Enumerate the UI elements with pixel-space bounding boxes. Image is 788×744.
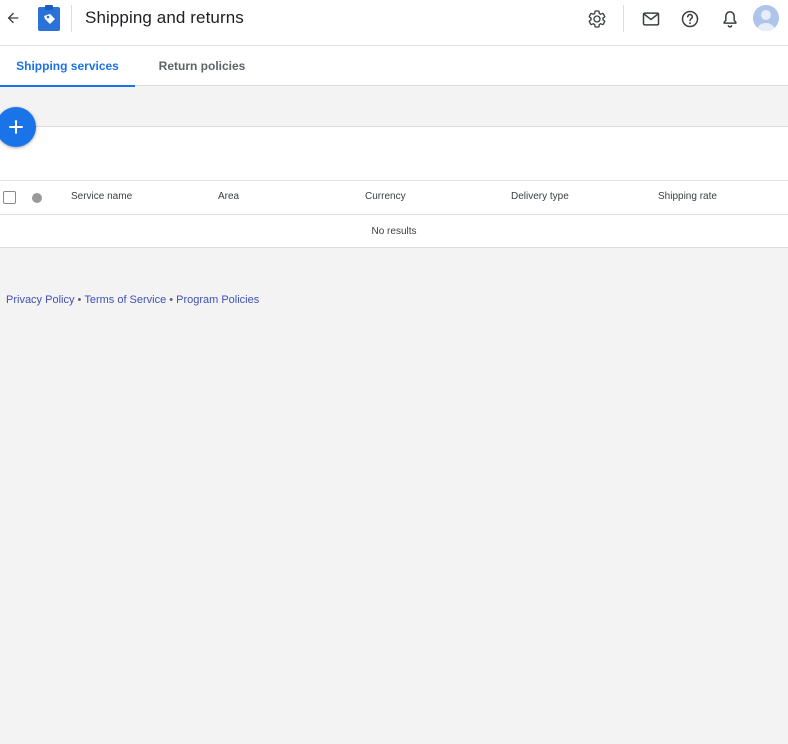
column-shipping-rate[interactable]: Shipping rate	[658, 191, 717, 202]
mail-button[interactable]	[639, 7, 663, 31]
status-column-icon	[32, 193, 42, 203]
merchant-tag-logo	[38, 5, 60, 31]
tab-return-policies[interactable]: Return policies	[150, 46, 254, 86]
tab-shipping-services[interactable]: Shipping services	[0, 46, 135, 87]
column-area[interactable]: Area	[218, 191, 239, 202]
privacy-policy-link[interactable]: Privacy Policy	[6, 294, 74, 306]
tab-bar: Shipping services Return policies	[0, 46, 788, 87]
user-silhouette-icon	[753, 5, 779, 31]
services-table-card: Service name Area Currency Delivery type…	[0, 126, 788, 248]
arrow-back-icon	[7, 12, 19, 24]
column-delivery-type[interactable]: Delivery type	[511, 191, 569, 202]
program-policies-link[interactable]: Program Policies	[176, 294, 259, 306]
footer-separator: •	[169, 294, 174, 306]
column-service-name[interactable]: Service name	[71, 191, 132, 202]
settings-gear-icon	[588, 10, 606, 28]
account-avatar[interactable]	[753, 5, 779, 31]
plus-icon	[9, 120, 23, 134]
notifications-button[interactable]	[718, 7, 742, 31]
page-title: Shipping and returns	[85, 8, 244, 27]
actions-divider	[623, 5, 624, 32]
help-icon	[681, 10, 699, 28]
footer-links: Privacy Policy • Terms of Service • Program …	[6, 294, 259, 306]
top-app-bar: Shipping and returns	[0, 0, 788, 46]
mail-icon	[642, 12, 660, 26]
select-all-checkbox[interactable]	[3, 191, 16, 204]
terms-of-service-link[interactable]: Terms of Service	[84, 294, 166, 306]
notifications-bell-icon	[723, 11, 737, 28]
title-divider	[71, 5, 72, 32]
help-button[interactable]	[678, 7, 702, 31]
table-header: Service name Area Currency Delivery type…	[0, 180, 788, 215]
footer-separator: •	[77, 294, 82, 306]
empty-results-row: No results	[371, 226, 417, 237]
column-currency[interactable]: Currency	[365, 191, 406, 202]
settings-button[interactable]	[585, 7, 609, 31]
back-button[interactable]	[3, 8, 23, 28]
